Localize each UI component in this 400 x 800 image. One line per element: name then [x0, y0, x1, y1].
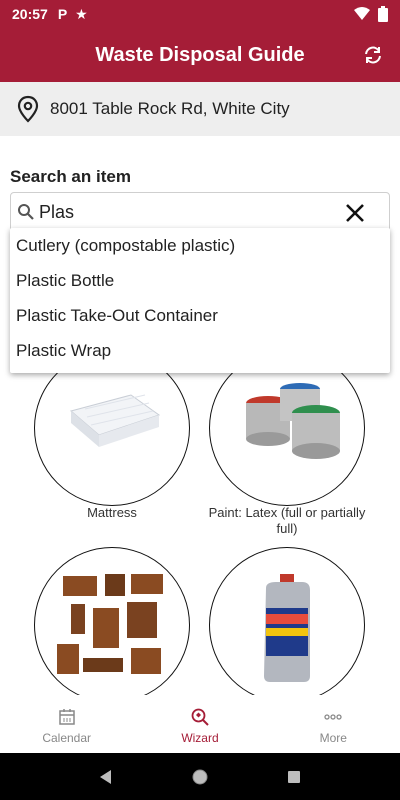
bottom-nav: Calendar Wizard More: [0, 695, 400, 753]
search-icon: [18, 204, 34, 220]
nav-calendar[interactable]: Calendar: [0, 695, 133, 753]
nav-label: Calendar: [42, 731, 92, 745]
suggestion-dropdown: Cutlery (compostable plastic) Plastic Bo…: [10, 228, 390, 373]
item-image: [34, 547, 190, 703]
star-icon: ★: [75, 5, 88, 22]
wizard-search-icon: [191, 708, 209, 726]
item-label: Paint: Latex (full or partially full): [208, 505, 366, 536]
parking-icon: P: [57, 6, 68, 22]
more-icon: [324, 714, 342, 720]
status-bar: 20:57 P ★: [0, 0, 400, 28]
item-image: [209, 547, 365, 703]
furniture-image: [57, 574, 163, 674]
suggestion-item[interactable]: Cutlery (compostable plastic): [10, 228, 390, 263]
mattress-image: [69, 394, 161, 447]
battery-icon: [378, 6, 388, 22]
suggestion-item[interactable]: Plastic Wrap: [10, 333, 390, 368]
status-time: 20:57: [12, 6, 48, 22]
calendar-icon: [58, 709, 75, 725]
system-navigation-bar: [0, 753, 400, 800]
paint-cans-image: [246, 383, 340, 459]
back-icon[interactable]: [98, 769, 114, 785]
search-field[interactable]: [10, 192, 390, 232]
home-icon[interactable]: [191, 768, 209, 786]
item-image: [209, 350, 365, 506]
address-bar[interactable]: 8001 Table Rock Rd, White City: [0, 82, 400, 136]
location-pin-icon: [17, 95, 39, 123]
suggestion-item[interactable]: Plastic Take-Out Container: [10, 298, 390, 333]
search-label: Search an item: [10, 167, 131, 186]
nav-label: More: [319, 731, 347, 745]
nav-more[interactable]: More: [267, 695, 400, 753]
wifi-icon: [354, 7, 370, 20]
app-bar: Waste Disposal Guide: [0, 28, 400, 82]
clear-search-button[interactable]: [343, 201, 367, 225]
page-title: Waste Disposal Guide: [95, 43, 305, 66]
motor-oil-image: [264, 574, 310, 682]
nav-label: Wizard: [181, 731, 219, 745]
close-icon: [346, 204, 364, 222]
address-text: 8001 Table Rock Rd, White City: [50, 99, 290, 118]
refresh-button[interactable]: [360, 42, 386, 68]
item-image: [34, 350, 190, 506]
refresh-icon: [365, 46, 381, 64]
recents-icon[interactable]: [286, 769, 302, 785]
nav-wizard[interactable]: Wizard: [133, 695, 266, 753]
item-label: Mattress: [87, 505, 137, 520]
suggestion-item[interactable]: Plastic Bottle: [10, 263, 390, 298]
search-input[interactable]: [39, 201, 339, 223]
